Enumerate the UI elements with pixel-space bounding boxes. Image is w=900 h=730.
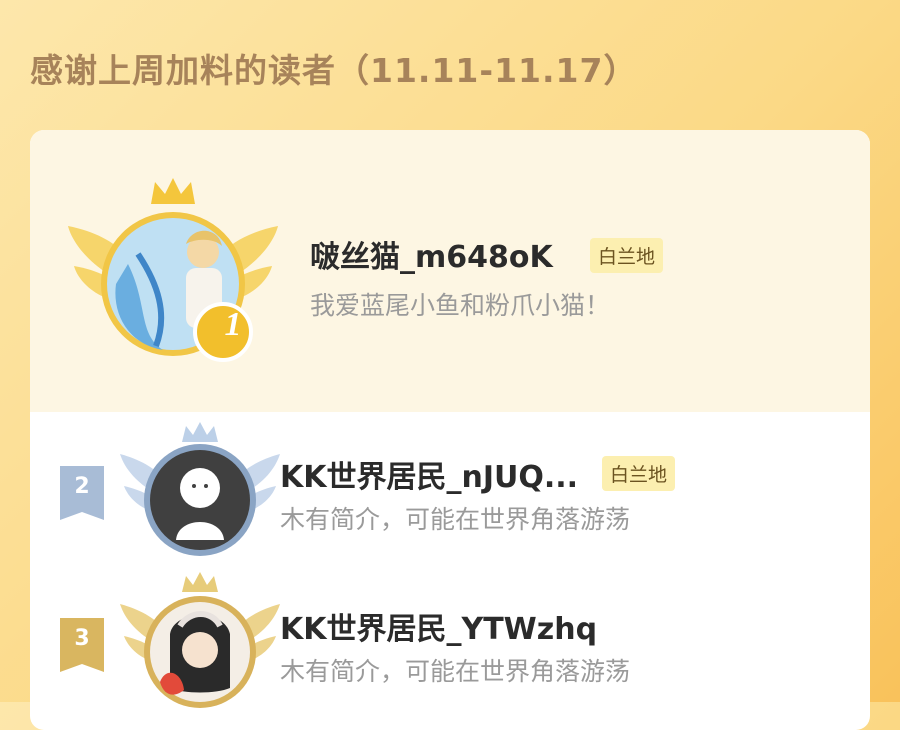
reader-name[interactable]: KK世界居民_nJUQ... — [280, 452, 578, 496]
list-item[interactable]: 3 KK世界居民_YTWzhq 木有简介，可能在世界角落游荡 — [30, 562, 870, 730]
reader-description: 木有简介，可能在世界角落游荡 — [280, 505, 631, 534]
reader-description: 木有简介，可能在世界角落游荡 — [280, 657, 631, 686]
membership-tag: 白兰地 — [602, 456, 676, 491]
rank-number-1: 1 — [224, 306, 242, 343]
reader-description: 我爱蓝尾小鱼和粉爪小猫！ — [310, 291, 611, 320]
rank-number-2: 2 — [74, 474, 90, 499]
reader-name[interactable]: KK世界居民_YTWzhq — [280, 604, 597, 648]
reader-ranking-card: 1 啵丝猫_m648oK 白兰地 我爱蓝尾小鱼和粉爪小猫！ 2 KK世界居民_n… — [30, 130, 870, 730]
list-item[interactable]: 2 KK世界居民_nJUQ... 白兰地 木有简介，可能在世界角落游荡 — [30, 412, 870, 562]
silver-avatar-frame — [120, 422, 280, 556]
membership-tag: 白兰地 — [590, 238, 664, 273]
top-reader-row[interactable]: 1 啵丝猫_m648oK 白兰地 我爱蓝尾小鱼和粉爪小猫！ — [30, 130, 870, 412]
reader-name[interactable]: 啵丝猫_m648oK — [310, 232, 553, 276]
page-title: 感谢上周加料的读者（11.11-11.17） — [30, 51, 638, 90]
bronze-avatar-frame — [120, 572, 280, 708]
rank-number-3: 3 — [74, 626, 90, 651]
